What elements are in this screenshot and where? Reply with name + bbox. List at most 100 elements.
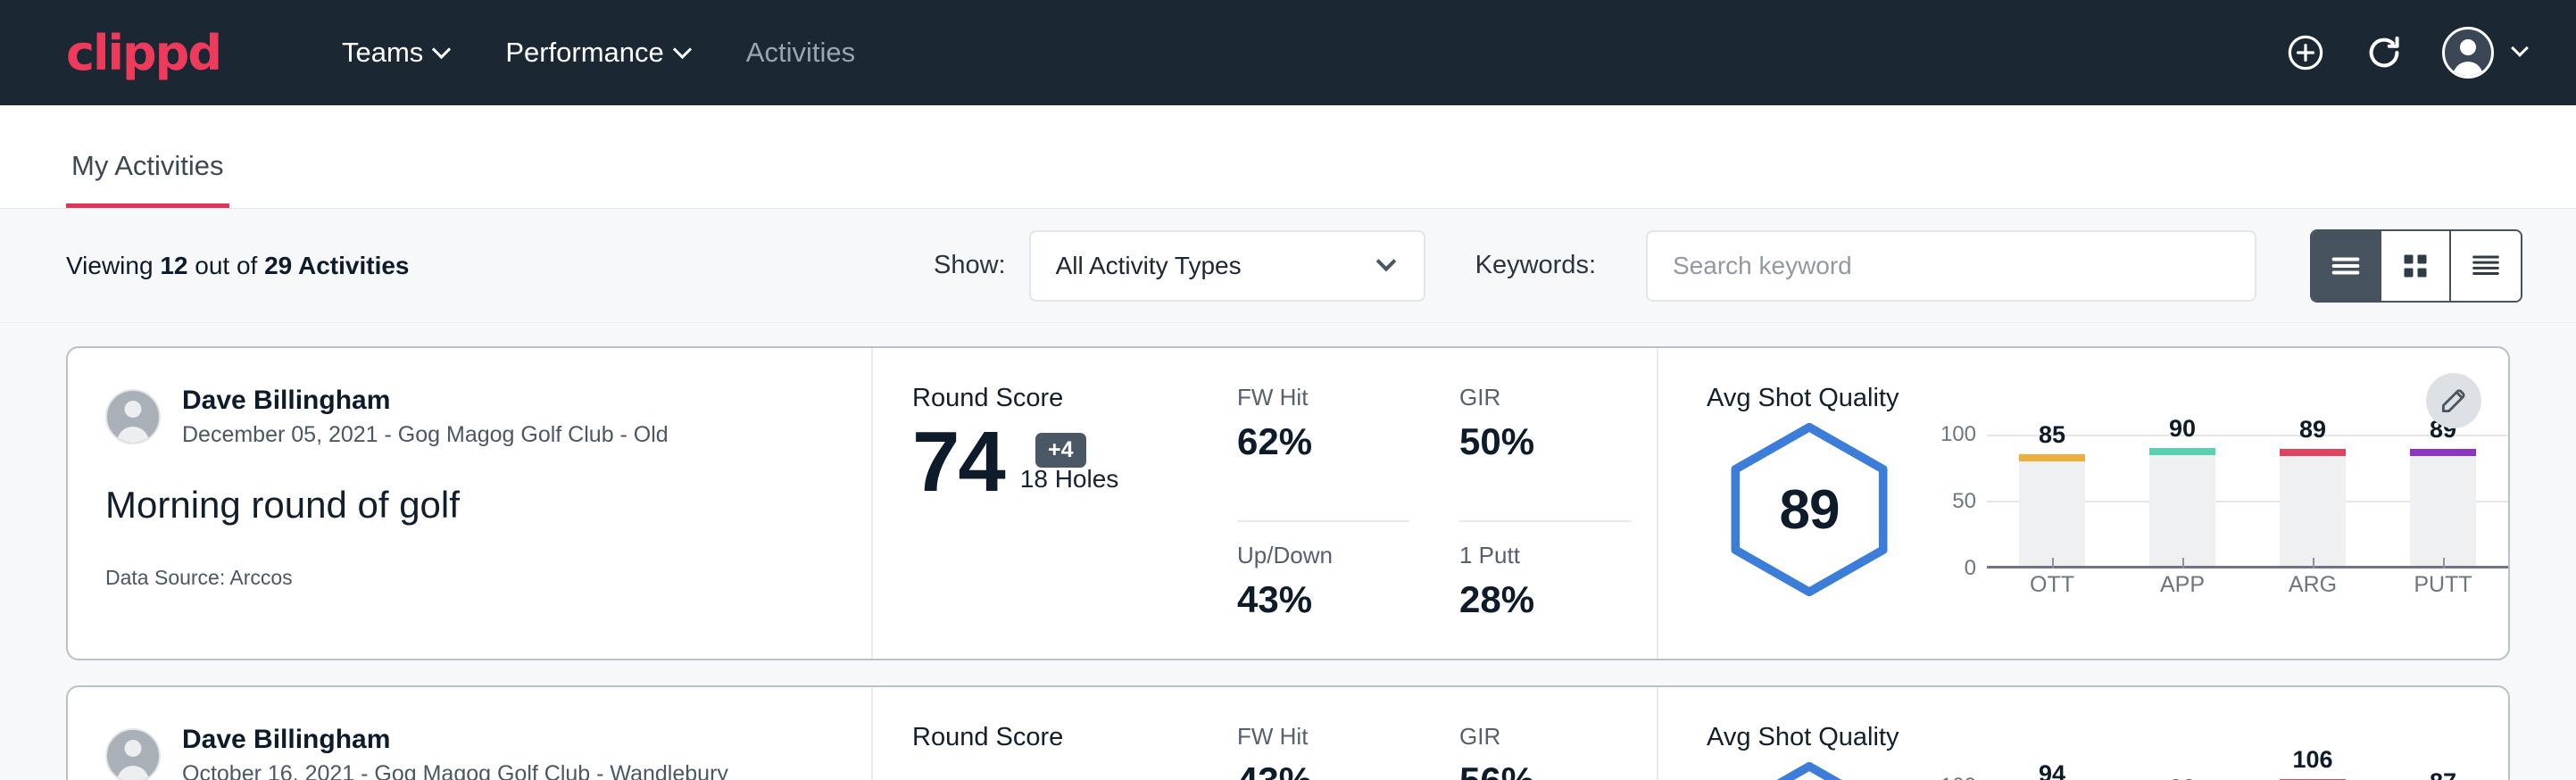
bar-ott: 94 — [2019, 774, 2085, 780]
round-stats-grid: FW Hit 62% GIR 50% Up/Down 43% 1 Putt 28… — [1237, 348, 1657, 659]
round-score-column: Round Score — [871, 687, 1237, 780]
bar-putt: 87 — [2410, 774, 2476, 780]
activity-title: Morning round of golf — [105, 484, 871, 527]
round-score-label: Round Score — [912, 723, 1237, 752]
shot-quality-bar-chart: 100 50 0 85 — [1912, 420, 2508, 598]
filter-controls: Show: All Activity Types Keywords: — [934, 229, 2522, 303]
bar-app: 90 — [2149, 435, 2215, 566]
top-navbar: clippd Teams Performance Activities — [0, 0, 2576, 105]
y-tick: 100 — [1940, 774, 1976, 780]
y-tick: 50 — [1952, 489, 1976, 514]
chevron-down-icon — [1375, 251, 1396, 271]
stat-value: 28% — [1459, 578, 1657, 621]
chevron-down-icon — [2511, 39, 2529, 57]
navbar-actions — [2285, 27, 2526, 79]
bar-value-label: 82 — [2169, 775, 2196, 780]
avg-shot-quality-column: Avg Shot Quality 89 100 50 — [1657, 348, 2508, 659]
viewing-count: 12 — [160, 252, 187, 279]
bar-value-label: 94 — [2039, 760, 2065, 780]
activity-card[interactable]: Dave Billingham October 16, 2021 - Gog M… — [66, 685, 2510, 780]
avg-shot-quality-value — [1723, 759, 1896, 780]
chart-x-axis: OTT APP ARG PUTT — [1987, 572, 2508, 598]
avg-shot-quality-column: Avg Shot Quality 100 50 — [1657, 687, 2508, 780]
stat-key: FW Hit — [1237, 723, 1409, 751]
bar-value-label: 90 — [2169, 415, 2196, 443]
bar-value-label: 85 — [2039, 421, 2065, 449]
player-header: Dave Billingham October 16, 2021 - Gog M… — [105, 723, 871, 780]
activity-data-source: Data Source: Arccos — [105, 566, 871, 590]
round-score-value: 74 — [912, 417, 1004, 508]
nav-label-teams: Teams — [342, 37, 423, 69]
stat-one-putt: 1 Putt 28% — [1459, 542, 1657, 659]
viewing-mid: out of — [187, 252, 264, 279]
edit-activity-button[interactable] — [2426, 373, 2481, 428]
activity-player-column: Dave Billingham December 05, 2021 - Gog … — [68, 348, 871, 659]
stat-value: 43% — [1237, 759, 1409, 780]
filter-bar: Viewing 12 out of 29 Activities Show: Al… — [0, 209, 2576, 323]
activity-card[interactable]: Dave Billingham December 05, 2021 - Gog … — [66, 346, 2510, 660]
x-tick-label: APP — [2149, 572, 2215, 598]
user-avatar-icon — [2442, 27, 2494, 79]
holes-label: 18 Holes — [1020, 465, 1119, 508]
avg-shot-quality-label: Avg Shot Quality — [1707, 723, 2508, 752]
bar-arg: 89 — [2280, 435, 2346, 566]
nav-item-performance[interactable]: Performance — [477, 37, 717, 69]
stat-key: 1 Putt — [1459, 542, 1657, 569]
chart-y-axis: 100 50 0 — [1928, 774, 1987, 780]
bar-value-label: 89 — [2299, 416, 2326, 444]
viewing-total: 29 Activities — [264, 252, 409, 279]
clippd-logo[interactable]: clippd — [66, 25, 220, 81]
avg-shot-quality-label: Avg Shot Quality — [1707, 384, 2508, 413]
bar-value-label: 106 — [2292, 746, 2332, 774]
avatar — [105, 728, 161, 780]
stat-key: FW Hit — [1237, 384, 1409, 411]
stat-gir: GIR 50% — [1459, 384, 1632, 522]
view-mode-list-button[interactable] — [2312, 231, 2381, 301]
add-circle-icon[interactable] — [2285, 32, 2326, 73]
bar-value-label: 87 — [2430, 768, 2456, 780]
activity-list: Dave Billingham December 05, 2021 - Gog … — [0, 323, 2576, 780]
primary-nav: Teams Performance Activities — [313, 37, 884, 69]
stat-value: 50% — [1459, 420, 1632, 463]
chart-plot-area: 94 82 106 — [1987, 774, 2508, 780]
nav-label-activities: Activities — [746, 37, 855, 69]
chart-plot-area: 85 90 89 — [1987, 435, 2508, 568]
refresh-icon[interactable] — [2364, 32, 2405, 73]
search-input[interactable] — [1646, 230, 2256, 302]
round-stats-grid: FW Hit 43% GIR 56% — [1237, 687, 1657, 780]
nav-item-activities[interactable]: Activities — [718, 37, 884, 69]
nav-item-teams[interactable]: Teams — [313, 37, 477, 69]
view-mode-grid-button[interactable] — [2381, 231, 2451, 301]
stat-key: GIR — [1459, 384, 1632, 411]
chevron-down-icon — [673, 39, 692, 58]
activity-type-select[interactable]: All Activity Types — [1029, 230, 1425, 302]
stat-fw-hit: FW Hit 43% — [1237, 723, 1409, 780]
viewing-prefix: Viewing — [66, 252, 160, 279]
view-mode-toggle — [2310, 229, 2522, 303]
avatar — [105, 389, 161, 444]
stat-value: 43% — [1237, 578, 1434, 621]
user-menu[interactable] — [2442, 27, 2526, 79]
stat-value: 62% — [1237, 420, 1409, 463]
round-score-label: Round Score — [912, 384, 1237, 413]
x-tick-label: PUTT — [2410, 572, 2476, 598]
activity-meta: December 05, 2021 - Gog Magog Golf Club … — [182, 420, 669, 451]
stat-key: GIR — [1459, 723, 1632, 751]
player-name: Dave Billingham — [182, 723, 728, 757]
bar-ott: 85 — [2019, 435, 2085, 566]
stat-value: 56% — [1459, 759, 1632, 780]
avg-shot-quality-value: 89 — [1723, 420, 1896, 599]
player-header: Dave Billingham December 05, 2021 - Gog … — [105, 384, 871, 450]
chevron-down-icon — [432, 39, 451, 58]
round-score-row: 74 +4 18 Holes — [912, 417, 1237, 508]
tab-my-activities[interactable]: My Activities — [66, 150, 229, 208]
stat-gir: GIR 56% — [1459, 723, 1632, 780]
bar-arg: 106 — [2280, 774, 2346, 780]
chart-bars: 85 90 89 — [1987, 435, 2508, 566]
round-score-column: Round Score 74 +4 18 Holes — [871, 348, 1237, 659]
view-mode-compact-button[interactable] — [2451, 231, 2521, 301]
tab-bar: My Activities — [0, 105, 2576, 209]
x-tick-label: ARG — [2280, 572, 2346, 598]
avg-shot-quality-hexagon — [1723, 759, 1896, 780]
score-delta-badge: +4 — [1035, 433, 1086, 468]
